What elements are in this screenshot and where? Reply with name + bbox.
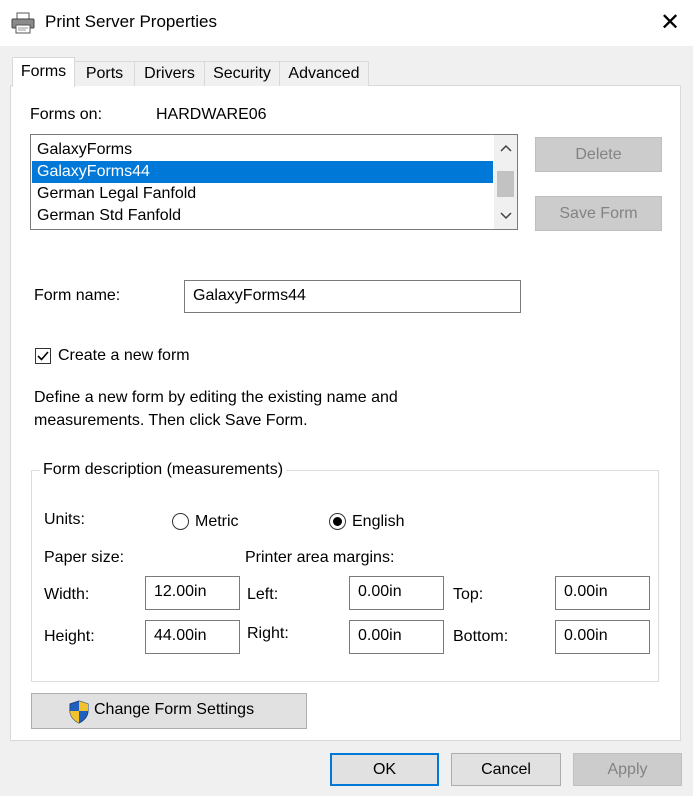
metric-radio[interactable] [172,513,189,530]
forms-listbox[interactable]: GalaxyForms GalaxyForms44 German Legal F… [30,134,518,230]
top-label: Top: [453,586,484,603]
window-title: Print Server Properties [45,12,217,31]
checkmark-icon [37,351,49,361]
left-margin-field[interactable]: 0.00in [349,576,444,610]
forms-on-label: Forms on: [30,106,103,123]
english-radio[interactable] [329,513,346,530]
list-item[interactable]: GalaxyForms [32,139,493,161]
printer-area-label: Printer area margins: [245,549,395,566]
bottom-margin-field[interactable]: 0.00in [555,620,650,654]
close-icon[interactable]: ✕ [655,6,685,40]
height-label: Height: [44,628,95,645]
create-new-form-label[interactable]: Create a new form [58,347,190,365]
server-name: HARDWARE06 [156,106,267,123]
right-label: Right: [247,625,289,642]
paper-size-label: Paper size: [44,549,125,566]
ok-button[interactable]: OK [330,753,439,786]
change-form-settings-label: Change Form Settings [94,701,255,718]
radio-selected-dot [333,517,342,526]
scroll-up-icon[interactable] [494,137,517,159]
width-field[interactable]: 12.00in [145,576,240,610]
measurements-group-title: Form description (measurements) [40,461,287,479]
cancel-button[interactable]: Cancel [451,753,561,786]
tab-ports[interactable]: Ports [74,61,135,86]
width-label: Width: [44,586,90,603]
english-label[interactable]: English [352,513,404,531]
list-item[interactable]: German Std Fanfold [32,205,493,227]
scroll-thumb[interactable] [497,171,514,197]
list-scrollbar[interactable] [494,135,517,229]
create-new-form-checkbox[interactable] [35,348,51,364]
units-label: Units: [44,511,85,528]
printer-icon [11,12,35,34]
description-line-2: measurements. Then click Save Form. [34,412,308,429]
metric-label[interactable]: Metric [195,513,239,531]
tab-drivers[interactable]: Drivers [134,61,205,86]
tab-advanced[interactable]: Advanced [279,61,369,86]
apply-button[interactable]: Apply [573,753,682,786]
uac-shield-icon [69,700,89,724]
bottom-label: Bottom: [453,628,509,645]
left-label: Left: [247,586,279,603]
save-form-button[interactable]: Save Form [535,196,662,231]
tab-security[interactable]: Security [204,61,280,86]
form-name-field[interactable]: GalaxyForms44 [184,280,521,313]
top-margin-field[interactable]: 0.00in [555,576,650,610]
description-line-1: Define a new form by editing the existin… [34,389,398,406]
delete-button[interactable]: Delete [535,137,662,172]
list-item-selected[interactable]: GalaxyForms44 [32,161,493,183]
height-field[interactable]: 44.00in [145,620,240,654]
right-margin-field[interactable]: 0.00in [349,620,444,654]
tab-forms[interactable]: Forms [12,57,75,87]
scroll-down-icon[interactable] [494,205,517,227]
list-item[interactable]: German Legal Fanfold [32,183,493,205]
change-form-settings-button[interactable]: Change Form Settings [31,693,307,729]
form-name-label: Form name: [34,287,121,304]
